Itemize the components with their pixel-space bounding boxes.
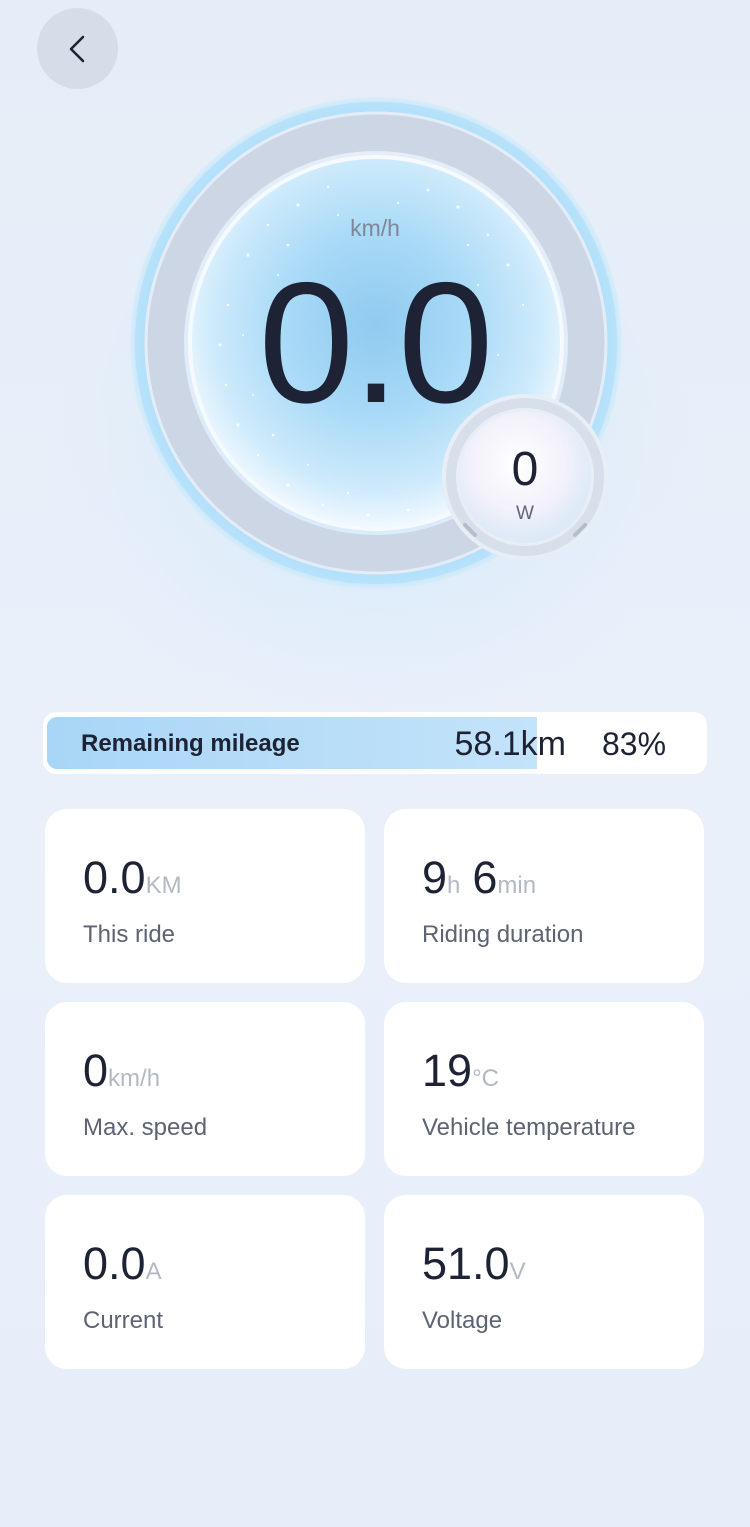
remaining-mileage-label: Remaining mileage [81,730,300,757]
speed-value: 0.0 [258,247,493,439]
voltage-value-row: 51.0V [422,1239,526,1297]
riding-duration-label: Riding duration [422,921,584,948]
current-value: 0.0 [83,1238,146,1289]
max-speed-card: 0km/h Max. speed [45,1002,365,1176]
riding-duration-hours-unit: h [447,872,461,899]
riding-duration-card: 9h 6min Riding duration [384,809,704,983]
vehicle-temperature-label: Vehicle temperature [422,1114,636,1141]
max-speed-label: Max. speed [83,1114,208,1141]
voltage-card: 51.0V Voltage [384,1195,704,1369]
riding-duration-hours: 9 [422,852,448,903]
vehicle-temperature-value-row: 19°C [422,1046,499,1104]
current-label: Current [83,1307,164,1334]
vehicle-temperature-value: 19 [422,1045,473,1096]
max-speed-value-row: 0km/h [83,1046,160,1104]
vehicle-temperature-unit: °C [472,1065,499,1092]
current-unit: A [145,1258,162,1285]
power-unit: W [516,503,534,524]
back-button[interactable] [37,8,118,89]
dashboard-page: km/h 0.0 0 W Remaining mileage 58.1km 83… [0,0,750,1527]
voltage-value: 51.0 [422,1238,510,1289]
current-value-row: 0.0A [83,1239,162,1297]
this-ride-unit: KM [145,872,182,899]
battery-percent: 83% [602,726,667,762]
this-ride-card: 0.0KM This ride [45,809,365,983]
max-speed-value: 0 [83,1045,109,1096]
remaining-mileage-value: 58.1km [454,725,567,763]
vehicle-temperature-card: 19°C Vehicle temperature [384,1002,704,1176]
this-ride-label: This ride [83,921,176,948]
riding-duration-value-row: 9h 6min [422,853,536,911]
current-card: 0.0A Current [45,1195,365,1369]
power-value: 0 [511,443,539,496]
this-ride-value: 0.0 [83,852,146,903]
voltage-label: Voltage [422,1307,503,1334]
riding-duration-minutes: 6 [472,852,498,903]
max-speed-unit: km/h [108,1065,161,1092]
remaining-mileage-bar: Remaining mileage 58.1km 83% [44,713,706,773]
this-ride-value-row: 0.0KM [83,853,182,911]
riding-duration-minutes-unit: min [497,872,537,899]
chevron-left-icon [69,35,84,62]
voltage-unit: V [509,1258,526,1285]
speed-unit: km/h [350,215,400,241]
